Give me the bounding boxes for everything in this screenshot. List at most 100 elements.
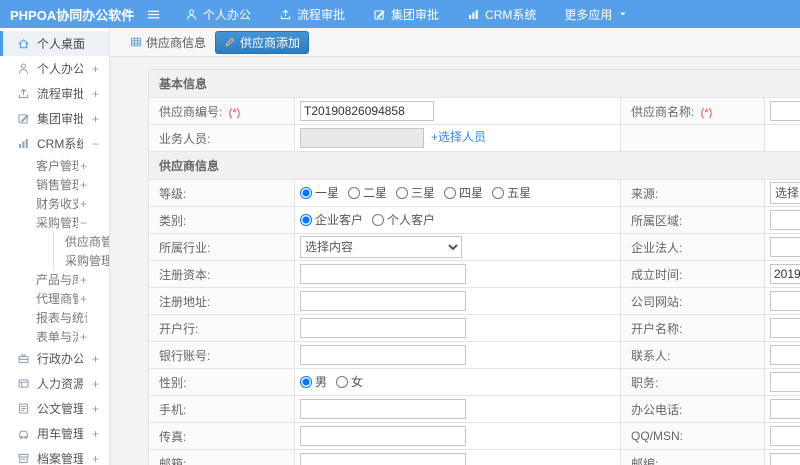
industry-select[interactable]: 选择内容	[300, 236, 462, 258]
nav-item-1[interactable]: 个人办公	[185, 6, 251, 23]
region-input[interactable]	[770, 210, 800, 230]
gender-radio[interactable]	[300, 375, 312, 388]
job-title-input[interactable]	[770, 372, 800, 392]
expand-toggle-icon[interactable]: +	[90, 62, 99, 76]
expand-toggle-icon[interactable]: −	[90, 137, 99, 151]
sidebar-item-label: 集团审批	[37, 112, 83, 126]
sidebar-item-18[interactable]: 公文管理 +	[0, 396, 109, 421]
expand-toggle-icon[interactable]: +	[90, 452, 99, 465]
sidebar-item-label: 销售管理	[36, 178, 78, 192]
founded-date-input[interactable]	[770, 264, 800, 284]
category-radio[interactable]	[300, 213, 312, 226]
sidebar-item-2[interactable]: 个人办公 +	[0, 56, 109, 81]
bank-input[interactable]	[300, 318, 466, 338]
sidebar-item-9[interactable]: 采购管理−	[0, 213, 109, 232]
level-option-4[interactable]: 四星	[444, 184, 483, 201]
sidebar-item-20[interactable]: 档案管理 +	[0, 446, 109, 465]
sidebar-item-8[interactable]: 财务收支+	[0, 194, 109, 213]
account-name-input[interactable]	[770, 318, 800, 338]
mobile-input[interactable]	[300, 399, 466, 419]
sidebar-item-1[interactable]: 个人桌面	[0, 31, 109, 56]
sidebar-item-17[interactable]: 人力资源 +	[0, 371, 109, 396]
zip-code-input[interactable]	[770, 453, 800, 465]
level-radio[interactable]	[396, 186, 409, 199]
supplier-code-input[interactable]	[300, 101, 434, 121]
level-option-3[interactable]: 三星	[396, 184, 435, 201]
expand-toggle-icon[interactable]: +	[90, 427, 99, 441]
expand-toggle-icon[interactable]: +	[90, 352, 99, 366]
sidebar-item-5[interactable]: CRM系统−	[0, 131, 109, 156]
nav-item-3[interactable]: 集团审批	[373, 6, 439, 23]
legal-person-input[interactable]	[770, 237, 800, 257]
table-icon	[130, 36, 142, 48]
qq-msn-input[interactable]	[770, 426, 800, 446]
expand-toggle-icon[interactable]: +	[78, 159, 87, 173]
expand-toggle-icon[interactable]: −	[78, 216, 87, 230]
sidebar-item-label: 流程审批	[37, 87, 83, 101]
sidebar-item-14[interactable]: 报表与统计	[0, 308, 109, 327]
staff-picker-link[interactable]: +选择人员	[431, 130, 486, 144]
category-cell: 企业客户 个人客户	[294, 206, 621, 234]
edit-icon	[373, 8, 386, 21]
tab-1[interactable]: 供应商信息	[130, 34, 206, 51]
pencil-icon	[224, 36, 236, 48]
sidebar-item-7[interactable]: 销售管理+	[0, 175, 109, 194]
radio-option-label: 女	[351, 375, 364, 390]
sidebar-item-3[interactable]: 流程审批 +	[0, 81, 109, 106]
expand-toggle-icon[interactable]: +	[90, 377, 99, 391]
upload-icon	[279, 8, 292, 21]
sidebar-item-12[interactable]: 产品与库存+	[0, 270, 109, 289]
level-radio[interactable]	[348, 186, 361, 199]
gender-option-2[interactable]: 女	[336, 373, 363, 390]
level-radio[interactable]	[444, 186, 457, 199]
office-phone-input[interactable]	[770, 399, 800, 419]
level-radio[interactable]	[492, 186, 505, 199]
email-input[interactable]	[300, 453, 466, 465]
expand-toggle-icon[interactable]: +	[90, 402, 99, 416]
radio-option-label: 四星	[459, 186, 484, 201]
expand-toggle-icon[interactable]: +	[90, 112, 99, 126]
sidebar-item-15[interactable]: 表单与流程设置+	[0, 327, 109, 346]
registered-capital-input[interactable]	[300, 264, 466, 284]
nav-item-2[interactable]: 流程审批	[279, 6, 345, 23]
expand-toggle-icon[interactable]: +	[78, 178, 87, 192]
gender-radio[interactable]	[336, 375, 349, 388]
expand-toggle-icon[interactable]: +	[78, 292, 87, 306]
registered-address-input[interactable]	[300, 291, 466, 311]
nav-item-4[interactable]: CRM系统	[467, 6, 536, 23]
app-logo: PHPOA协同办公软件	[10, 7, 135, 23]
sidebar-item-10[interactable]: 供应商管理	[53, 232, 109, 251]
expand-toggle-icon[interactable]: +	[78, 197, 87, 211]
tab-2[interactable]: 供应商添加	[215, 30, 310, 54]
source-select[interactable]: 选择内容	[770, 182, 800, 204]
gender-option-1[interactable]: 男	[300, 373, 327, 390]
staff-input[interactable]	[300, 128, 424, 148]
sidebar-item-4[interactable]: 集团审批 +	[0, 106, 109, 131]
level-option-5[interactable]: 五星	[492, 184, 531, 201]
contact-input[interactable]	[770, 345, 800, 365]
sidebar-item-13[interactable]: 代理商管理+	[0, 289, 109, 308]
level-option-2[interactable]: 二星	[348, 184, 387, 201]
hamburger-menu-button[interactable]	[146, 7, 161, 22]
supplier-name-input[interactable]	[770, 101, 800, 121]
fax-input[interactable]	[300, 426, 466, 446]
level-option-1[interactable]: 一星	[300, 184, 339, 201]
level-label: 等级:	[148, 179, 295, 207]
category-option-1[interactable]: 企业客户	[300, 211, 363, 228]
expand-toggle-icon[interactable]: +	[78, 273, 87, 287]
form-row: 开户行: 开户名称:	[148, 314, 800, 342]
sidebar-item-6[interactable]: 客户管理+	[0, 156, 109, 175]
sidebar-item-11[interactable]: 采购管理	[53, 251, 109, 270]
website-input[interactable]	[770, 291, 800, 311]
expand-toggle-icon[interactable]: +	[90, 87, 99, 101]
sidebar-item-19[interactable]: 用车管理 +	[0, 421, 109, 446]
category-radio[interactable]	[372, 213, 385, 226]
level-radio[interactable]	[300, 186, 312, 199]
legal-person-cell	[763, 233, 800, 261]
empty-basic-label	[620, 124, 765, 152]
nav-item-5[interactable]: 更多应用	[564, 6, 629, 23]
sidebar-item-16[interactable]: 行政办公 +	[0, 346, 109, 371]
bank-account-input[interactable]	[300, 345, 466, 365]
category-option-2[interactable]: 个人客户	[372, 211, 435, 228]
expand-toggle-icon[interactable]: +	[78, 330, 87, 344]
